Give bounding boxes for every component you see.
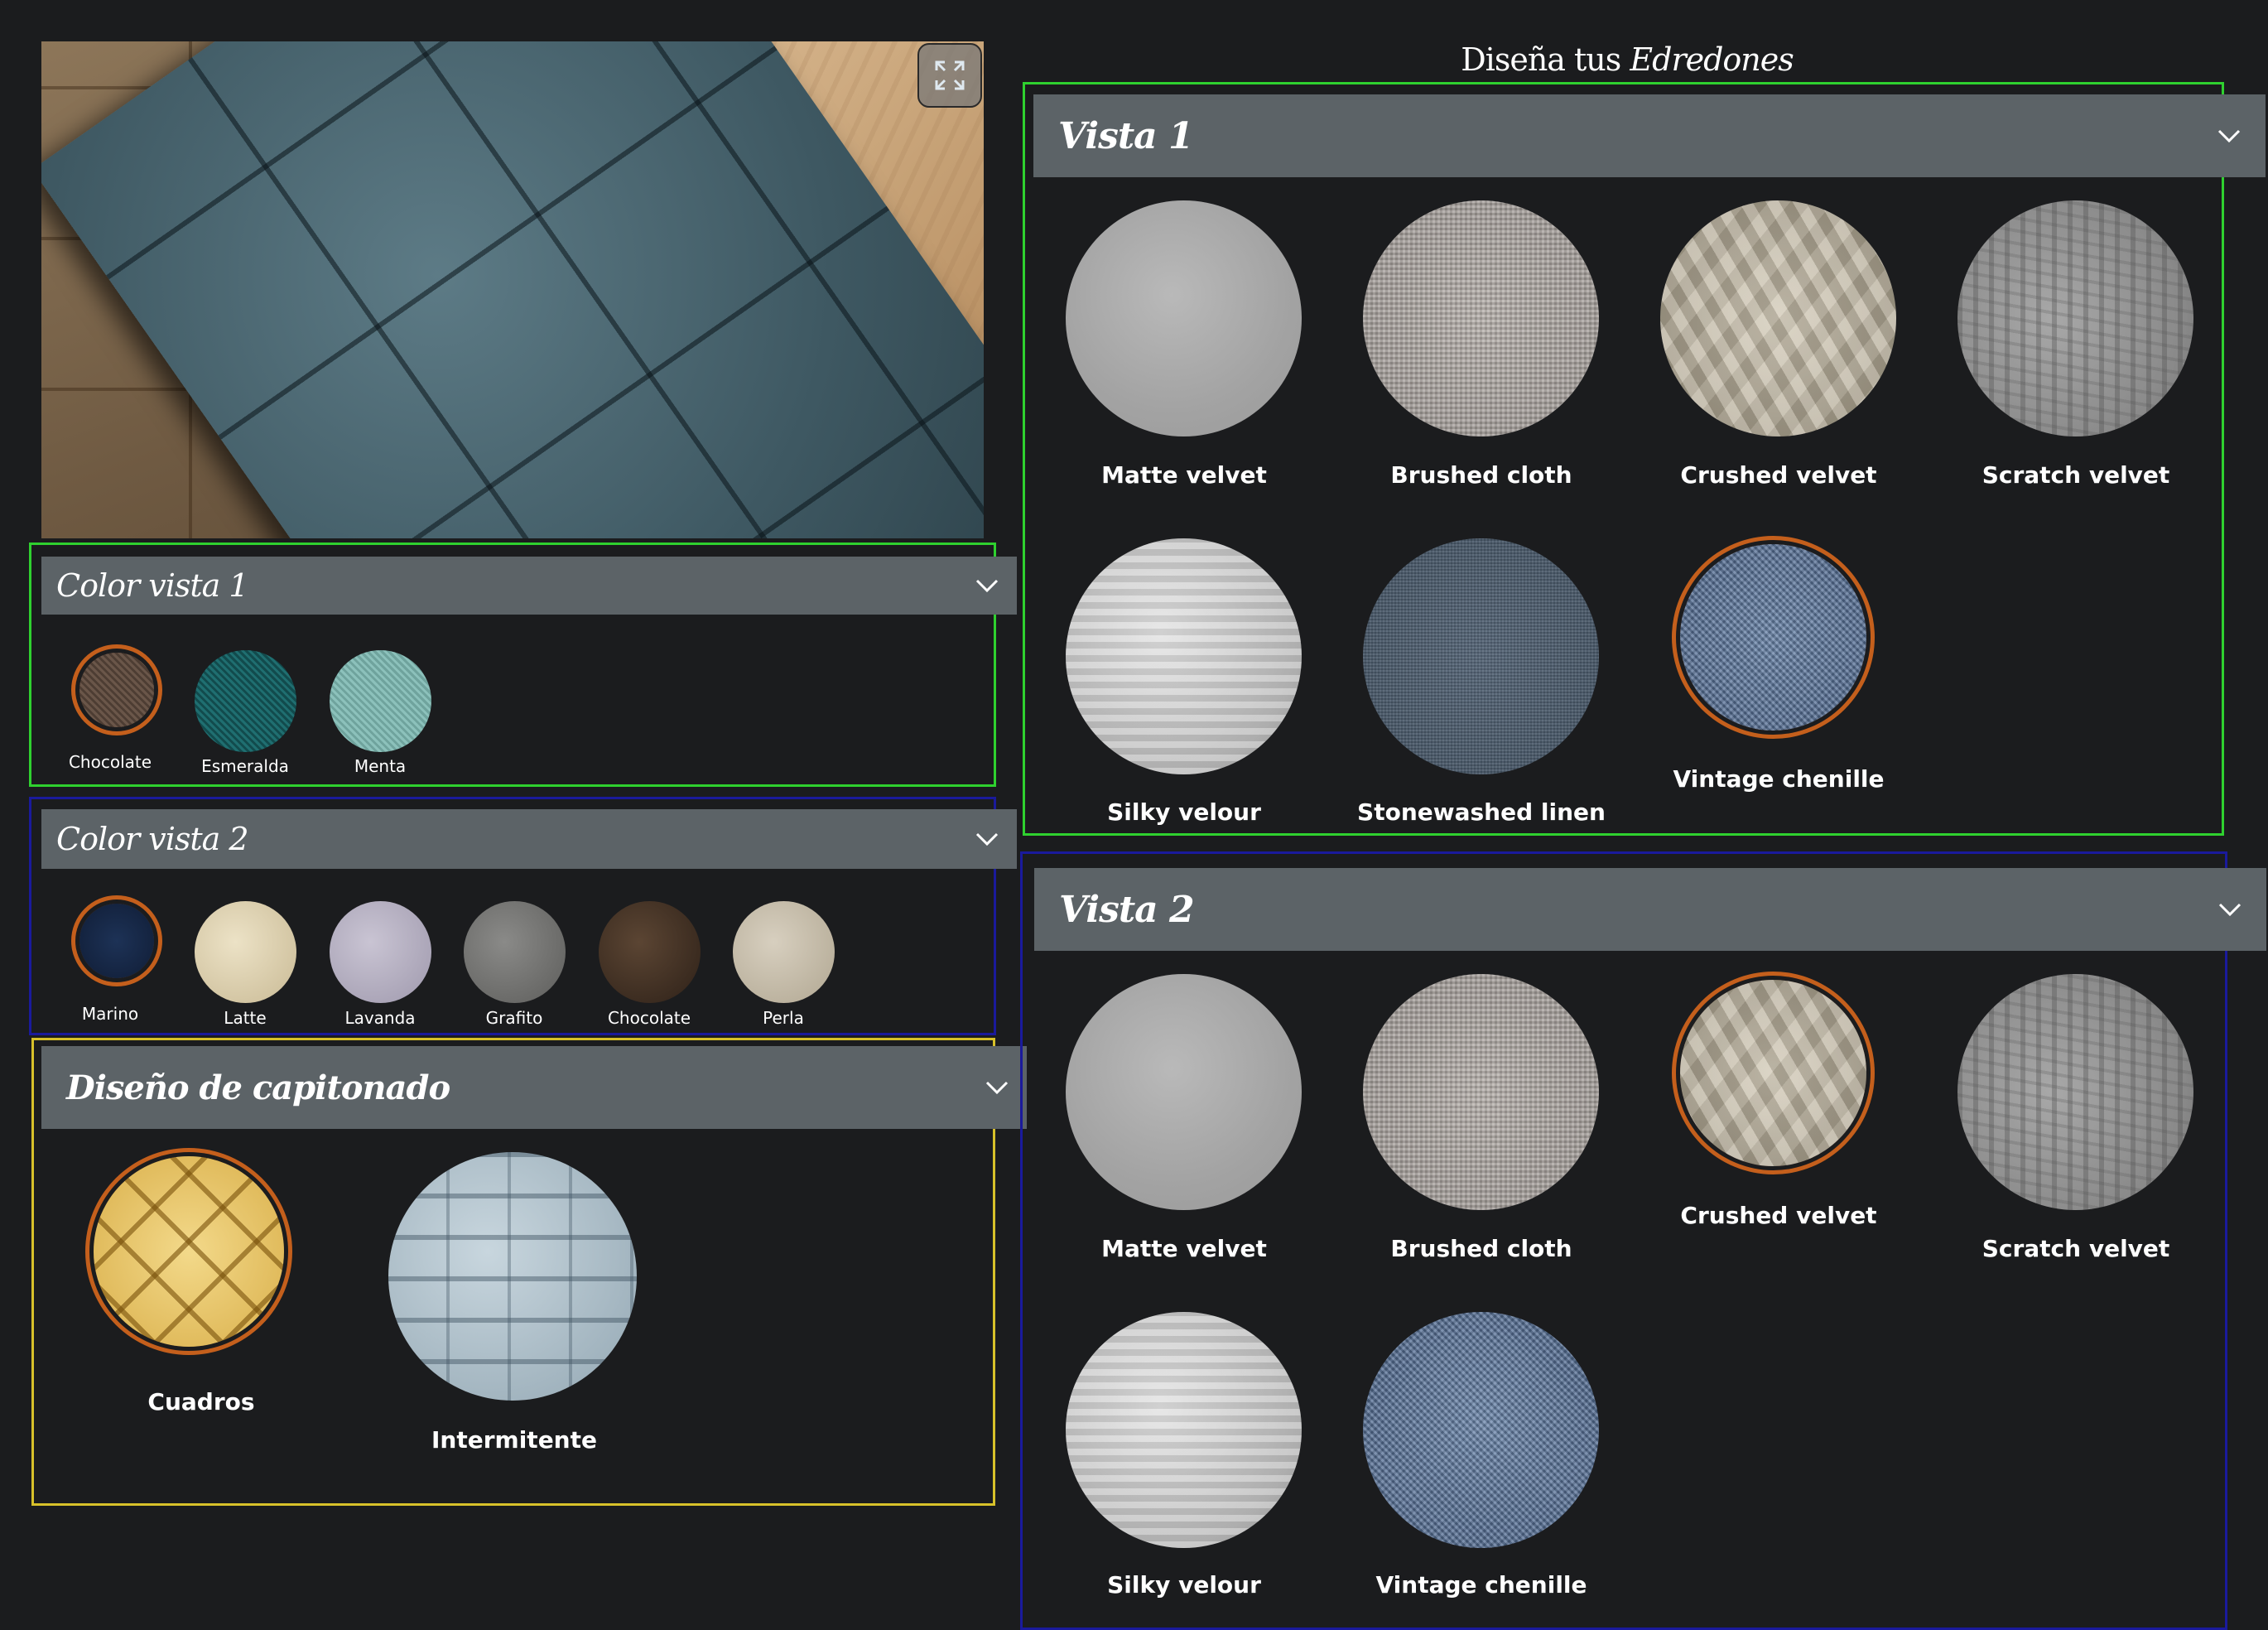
fabric-option-vintage-chenille[interactable] [1363, 1312, 1599, 1548]
vista1-title: Vista 1 [1058, 114, 1194, 157]
fabric-option-silky-velour[interactable] [1066, 1312, 1302, 1548]
page-title-prefix: Diseña tus [1461, 41, 1621, 78]
fabric-option-scratch-velvet[interactable] [1957, 200, 2193, 436]
fabric-option-brushed-cloth[interactable] [1363, 974, 1599, 1210]
fabric-label: Brushed cloth [1390, 1235, 1572, 1262]
quilting-option-intermitente[interactable] [388, 1152, 637, 1401]
fabric-option-crushed-velvet[interactable] [1660, 200, 1896, 436]
fabric-label: Vintage chenille [1375, 1571, 1587, 1599]
quilting-option-cuadros[interactable] [94, 1156, 284, 1347]
color-label: Lavanda [344, 1008, 416, 1028]
capitonado-header[interactable]: Diseño de capitonado [41, 1046, 1027, 1129]
vista1-header[interactable]: Vista 1 [1033, 94, 2266, 177]
color-label: Perla [763, 1008, 804, 1028]
color-vista2-title: Color vista 2 [56, 821, 249, 857]
color-vista1-header[interactable]: Color vista 1 [41, 557, 1017, 615]
fabric-label: Crushed velvet [1680, 1202, 1877, 1229]
fabric-label: Matte velvet [1101, 1235, 1267, 1262]
fabric-option-silky-velour[interactable] [1066, 538, 1302, 774]
quilting-label: Cuadros [147, 1388, 255, 1415]
expand-button[interactable] [917, 43, 982, 108]
fabric-label: Scratch velvet [1981, 1235, 2170, 1262]
color-vista2-header[interactable]: Color vista 2 [41, 809, 1017, 869]
chevron-down-icon [2218, 903, 2242, 917]
chevron-down-icon [975, 579, 999, 593]
color-label: Chocolate [68, 752, 152, 772]
product-preview-image [41, 41, 984, 538]
color-swatch-esmeralda[interactable] [195, 650, 296, 752]
fabric-option-crushed-velvet[interactable] [1680, 980, 1866, 1166]
color-swatch-chocolate[interactable] [79, 653, 154, 727]
page-title: Diseña tus Edredones [1018, 41, 2236, 78]
fabric-label: Brushed cloth [1390, 461, 1572, 489]
fabric-label: Vintage chenille [1673, 765, 1885, 793]
color-label: Chocolate [607, 1008, 691, 1028]
color-label: Latte [224, 1008, 267, 1028]
color-vista2-section: Color vista 2 Marino Latte Lavanda Grafi… [29, 797, 1017, 1035]
fabric-label: Stonewashed linen [1357, 798, 1606, 826]
color-swatch-latte[interactable] [195, 901, 296, 1003]
fabric-label: Crushed velvet [1680, 461, 1877, 489]
color-label: Marino [81, 1004, 139, 1024]
color-label: Menta [354, 756, 407, 776]
fabric-option-matte-velvet[interactable] [1066, 200, 1302, 436]
fabric-option-stonewashed-linen[interactable] [1363, 538, 1599, 774]
fabric-option-vintage-chenille[interactable] [1680, 544, 1866, 731]
chevron-down-icon [2217, 129, 2241, 143]
color-swatch-marino[interactable] [79, 904, 154, 978]
capitonado-title: Diseño de capitonado [66, 1068, 450, 1107]
capitonado-section: Diseño de capitonado Cuadros Intermitent… [31, 1038, 1027, 1506]
vista2-section: Vista 2 Matte velvet Brushed cloth Crush… [1020, 851, 2266, 1630]
color-swatch-perla[interactable] [733, 901, 835, 1003]
color-swatch-chocolate[interactable] [599, 901, 701, 1003]
color-vista1-title: Color vista 1 [56, 567, 249, 604]
chevron-down-icon [975, 832, 999, 846]
fabric-option-matte-velvet[interactable] [1066, 974, 1302, 1210]
vista2-header[interactable]: Vista 2 [1034, 868, 2266, 951]
color-vista1-section: Color vista 1 Chocolate Esmeralda Menta [29, 543, 1017, 787]
page-title-emphasis: Edredones [1630, 41, 1794, 78]
fabric-option-scratch-velvet[interactable] [1957, 974, 2193, 1210]
vista2-title: Vista 2 [1059, 888, 1195, 931]
color-swatch-lavanda[interactable] [330, 901, 431, 1003]
color-swatch-grafito[interactable] [464, 901, 566, 1003]
fabric-option-brushed-cloth[interactable] [1363, 200, 1599, 436]
chevron-down-icon [985, 1081, 1009, 1095]
fabric-label: Silky velour [1107, 1571, 1261, 1599]
color-label: Grafito [485, 1008, 543, 1028]
expand-icon [935, 60, 965, 90]
vista1-section: Vista 1 Matte velvet Brushed cloth Crush… [1023, 82, 2266, 836]
fabric-label: Scratch velvet [1981, 461, 2170, 489]
color-swatch-menta[interactable] [330, 650, 431, 752]
color-label: Esmeralda [201, 756, 289, 776]
quilting-label: Intermitente [431, 1426, 597, 1454]
fabric-label: Matte velvet [1101, 461, 1267, 489]
fabric-label: Silky velour [1107, 798, 1261, 826]
